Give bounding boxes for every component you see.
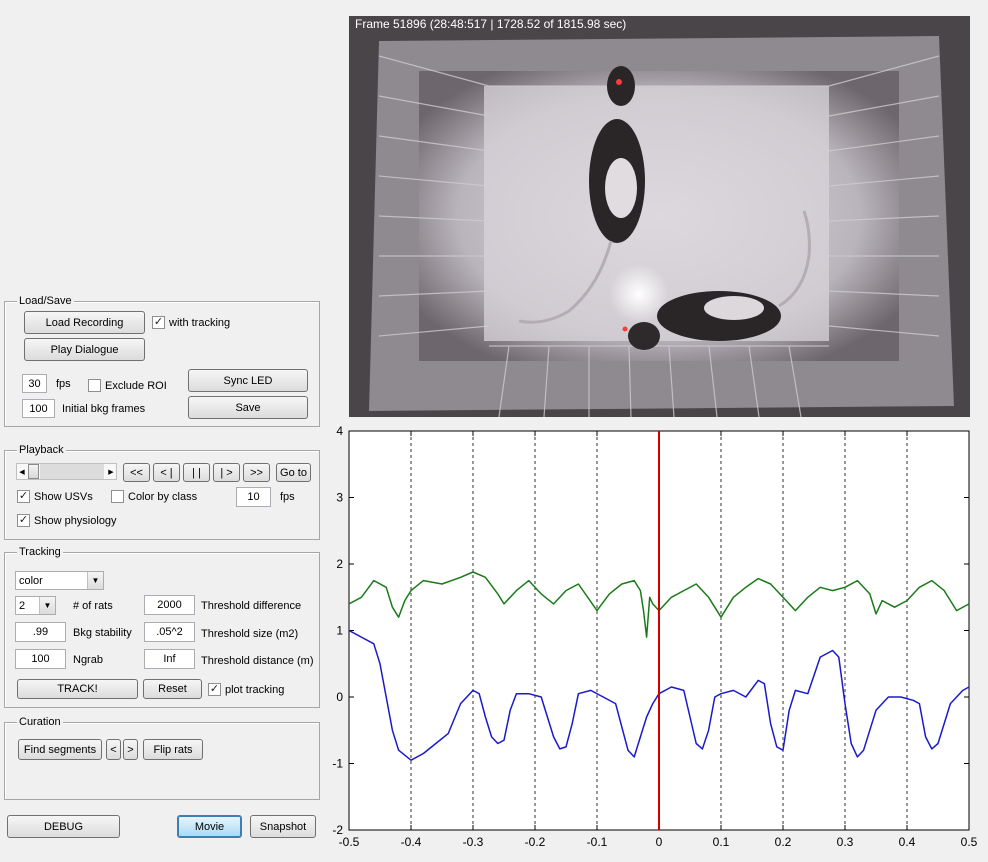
show-usvs-checkbox[interactable]: ✓ bbox=[17, 490, 30, 503]
slider-right-arrow[interactable]: ▶ bbox=[106, 464, 116, 479]
frame-info-text: Frame 51896 (28:48:517 | 1728.52 of 1815… bbox=[355, 17, 627, 31]
checkmark-icon: ✓ bbox=[209, 683, 220, 695]
playback-fps-input[interactable]: 10 bbox=[236, 487, 271, 507]
series-line-1 bbox=[348, 571, 970, 638]
forward-fast-button[interactable]: >> bbox=[243, 463, 270, 482]
plot-tracking-checkbox[interactable]: ✓ bbox=[208, 683, 221, 696]
with-tracking-label: with tracking bbox=[169, 317, 231, 329]
save-button[interactable]: Save bbox=[188, 396, 308, 419]
color-by-class-checkbox[interactable] bbox=[111, 490, 124, 503]
slider-track[interactable] bbox=[40, 464, 104, 479]
step-forward-button[interactable]: | > bbox=[213, 463, 240, 482]
y-tick-label: 4 bbox=[336, 424, 343, 438]
checkmark-icon: ✓ bbox=[153, 316, 164, 328]
series-line-2 bbox=[348, 629, 970, 761]
playback-slider[interactable]: ◀ ▶ bbox=[16, 463, 117, 480]
y-tick-label: 0 bbox=[336, 690, 343, 704]
threshold-distance-input[interactable]: Inf bbox=[144, 649, 195, 669]
x-tick-label: 0.1 bbox=[713, 835, 730, 849]
initial-bkg-frames-input[interactable]: 100 bbox=[22, 399, 55, 418]
tracking-legend: Tracking bbox=[17, 545, 63, 559]
x-tick-label: -0.2 bbox=[525, 835, 546, 849]
checkmark-icon: ✓ bbox=[18, 490, 29, 502]
next-segment-button[interactable]: > bbox=[123, 739, 138, 760]
previous-segment-button[interactable]: < bbox=[106, 739, 121, 760]
load-save-legend: Load/Save bbox=[17, 294, 74, 308]
flip-rats-button[interactable]: Flip rats bbox=[143, 739, 203, 760]
color-by-class-label: Color by class bbox=[128, 491, 198, 503]
x-tick-label: -0.4 bbox=[401, 835, 422, 849]
num-rats-label: # of rats bbox=[73, 600, 113, 612]
y-tick-label: -2 bbox=[332, 823, 343, 837]
snapshot-button[interactable]: Snapshot bbox=[250, 815, 316, 838]
exclude-roi-checkbox[interactable] bbox=[88, 379, 101, 392]
x-tick-label: 0.2 bbox=[775, 835, 792, 849]
fps-label: fps bbox=[56, 378, 71, 390]
checkmark-icon: ✓ bbox=[18, 514, 29, 526]
find-segments-button[interactable]: Find segments bbox=[18, 739, 102, 760]
chevron-down-icon[interactable]: ▼ bbox=[39, 597, 55, 614]
movie-button[interactable]: Movie bbox=[177, 815, 242, 838]
show-usvs-label: Show USVs bbox=[34, 491, 93, 503]
x-tick-label: -0.1 bbox=[587, 835, 608, 849]
load-recording-button[interactable]: Load Recording bbox=[24, 311, 145, 334]
curation-legend: Curation bbox=[17, 715, 63, 729]
plot-axes-box bbox=[348, 430, 970, 831]
y-tick-label: 2 bbox=[336, 557, 343, 571]
show-physiology-checkbox[interactable]: ✓ bbox=[17, 514, 30, 527]
reset-button[interactable]: Reset bbox=[143, 679, 202, 699]
plot-tracking-label: plot tracking bbox=[225, 684, 285, 696]
x-tick-label: 0.4 bbox=[899, 835, 916, 849]
ngrab-input[interactable]: 100 bbox=[15, 649, 66, 669]
tracking-mode-select[interactable]: color ▼ bbox=[15, 571, 104, 590]
track-button[interactable]: TRACK! bbox=[17, 679, 138, 699]
with-tracking-checkbox[interactable]: ✓ bbox=[152, 316, 165, 329]
x-tick-label: 0.5 bbox=[961, 835, 978, 849]
video-frame[interactable]: Frame 51896 (28:48:517 | 1728.52 of 1815… bbox=[349, 16, 970, 417]
pause-button[interactable]: | | bbox=[183, 463, 210, 482]
threshold-size-input[interactable]: .05^2 bbox=[144, 622, 195, 642]
num-rats-select[interactable]: 2 ▼ bbox=[15, 596, 56, 615]
rewind-fast-button[interactable]: << bbox=[123, 463, 150, 482]
play-dialogue-button[interactable]: Play Dialogue bbox=[24, 338, 145, 361]
bkg-stability-input[interactable]: .99 bbox=[15, 622, 66, 642]
x-tick-label: 0 bbox=[656, 835, 663, 849]
step-back-button[interactable]: < | bbox=[153, 463, 180, 482]
slider-thumb[interactable] bbox=[28, 464, 39, 479]
bkg-stability-label: Bkg stability bbox=[73, 627, 132, 639]
y-tick-label: 3 bbox=[336, 491, 343, 505]
fps-input[interactable]: 30 bbox=[22, 374, 47, 393]
threshold-size-label: Threshold size (m2) bbox=[201, 628, 299, 640]
curation-panel: Curation bbox=[4, 715, 320, 800]
exclude-roi-label: Exclude ROI bbox=[105, 380, 167, 392]
threshold-difference-label: Threshold difference bbox=[201, 600, 302, 612]
ngrab-label: Ngrab bbox=[73, 654, 103, 666]
playback-legend: Playback bbox=[17, 443, 66, 457]
y-tick-label: 1 bbox=[336, 624, 343, 638]
y-tick-label: -1 bbox=[332, 757, 343, 771]
show-physiology-label: Show physiology bbox=[34, 515, 117, 527]
sync-led-button[interactable]: Sync LED bbox=[188, 369, 308, 392]
debug-button[interactable]: DEBUG bbox=[7, 815, 120, 838]
num-rats-value: 2 bbox=[19, 599, 26, 612]
slider-left-arrow[interactable]: ◀ bbox=[17, 464, 27, 479]
go-to-button[interactable]: Go to bbox=[276, 463, 311, 482]
tracking-mode-value: color bbox=[19, 574, 43, 587]
x-tick-label: 0.3 bbox=[837, 835, 854, 849]
x-tick-label: -0.3 bbox=[463, 835, 484, 849]
chevron-down-icon[interactable]: ▼ bbox=[87, 572, 103, 589]
initial-bkg-frames-label: Initial bkg frames bbox=[62, 403, 146, 415]
threshold-difference-input[interactable]: 2000 bbox=[144, 595, 195, 615]
video-image bbox=[349, 16, 970, 417]
playback-fps-label: fps bbox=[280, 491, 295, 503]
threshold-distance-label: Threshold distance (m) bbox=[201, 655, 314, 667]
x-tick-label: -0.5 bbox=[339, 835, 360, 849]
